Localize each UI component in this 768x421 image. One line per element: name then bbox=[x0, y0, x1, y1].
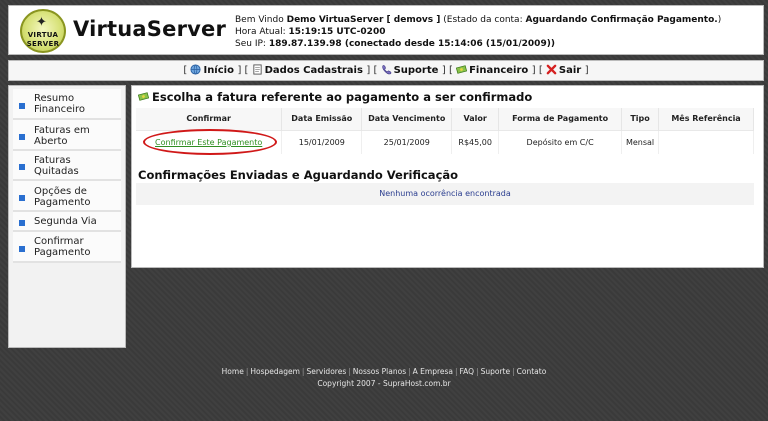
nav-dados-cadastrais-label: Dados Cadastrais bbox=[264, 65, 363, 76]
col-header: Mês Referência bbox=[658, 108, 754, 130]
main-panel: Escolha a fatura referente ao pagamento … bbox=[131, 85, 764, 268]
invoice-type: Mensal bbox=[621, 129, 660, 154]
logo-icon: ✦ VIRTUA SERVER bbox=[20, 9, 66, 53]
sidebar-item-faturas-em-aberto[interactable]: Faturas em Aberto bbox=[13, 120, 121, 151]
nav-suporte[interactable]: Suporte bbox=[381, 65, 442, 76]
welcome-prefix: Bem Vindo bbox=[235, 15, 284, 25]
due-date: 25/01/2009 bbox=[361, 129, 453, 154]
nav-dados-cadastrais[interactable]: Dados Cadastrais bbox=[252, 64, 367, 76]
col-header: Data Vencimento bbox=[361, 108, 453, 130]
account-state-prefix: (Estado da conta: bbox=[443, 15, 523, 25]
footer-link-a-empresa[interactable]: A Empresa bbox=[413, 367, 453, 376]
bullet-icon bbox=[19, 195, 25, 201]
sidebar-item-label: Faturas em bbox=[34, 125, 90, 136]
document-icon bbox=[253, 64, 262, 75]
invoice-value: R$45,00 bbox=[451, 129, 500, 154]
time-label: Hora Atual: bbox=[235, 27, 286, 37]
sidebar-item-resumo-financeiro[interactable]: Resumo Financeiro bbox=[13, 89, 121, 120]
logo-text-line2: SERVER bbox=[26, 40, 60, 48]
nav-sair-label: Sair bbox=[558, 65, 582, 76]
sidebar-item-label: Financeiro bbox=[34, 104, 86, 115]
nav-financeiro-label: Financeiro bbox=[469, 65, 529, 76]
sidebar-item-label: Opções de bbox=[34, 186, 87, 197]
footer-link-home[interactable]: Home bbox=[222, 367, 244, 376]
account-state-suffix: ) bbox=[717, 15, 722, 25]
globe-icon bbox=[190, 64, 202, 75]
footer: Home | Hospedagem | Servidores | Nossos Planos… bbox=[0, 366, 768, 390]
issue-date: 15/01/2009 bbox=[281, 129, 363, 154]
bullet-icon bbox=[19, 103, 25, 109]
sidebar-item-label: Pagamento bbox=[34, 247, 91, 258]
sidebar-item-label: Resumo bbox=[34, 93, 75, 104]
bullet-icon bbox=[19, 246, 25, 252]
time-value: 15:19:15 UTC-0200 bbox=[288, 27, 386, 37]
bullet-icon bbox=[19, 164, 25, 170]
footer-link-contato[interactable]: Contato bbox=[517, 367, 547, 376]
col-header: Confirmar bbox=[136, 108, 283, 130]
logo-text-line1: VIRTUA bbox=[27, 31, 59, 39]
sidebar-item-label: Pagamento bbox=[34, 197, 91, 208]
nav-inicio-label: Início bbox=[203, 65, 234, 76]
sidebar-item-label: Quitadas bbox=[34, 166, 79, 177]
top-nav: [ Início ] [ Dados Cadastrais ] [ Suport… bbox=[8, 60, 764, 81]
highlight-oval bbox=[143, 129, 277, 155]
section-title-text: Escolha a fatura referente ao pagamento … bbox=[152, 90, 533, 104]
money-icon bbox=[138, 92, 149, 101]
sidebar-item-label: Confirmar bbox=[34, 236, 84, 247]
col-header: Valor bbox=[451, 108, 500, 130]
sidebar-item-opcoes-pagamento[interactable]: Opções de Pagamento bbox=[13, 181, 121, 212]
sidebar: Resumo Financeiro Faturas em Aberto Fatu… bbox=[8, 85, 126, 348]
nav-suporte-label: Suporte bbox=[393, 65, 439, 76]
footer-links: Home | Hospedagem | Servidores | Nossos Planos… bbox=[221, 367, 547, 376]
footer-link-servidores[interactable]: Servidores bbox=[306, 367, 346, 376]
ip-value: 189.87.139.98 (conectado desde 15:14:06 … bbox=[268, 39, 555, 49]
ip-label: Seu IP: bbox=[235, 39, 266, 49]
x-icon bbox=[546, 64, 557, 75]
user-name: Demo VirtuaServer [ demovs ] bbox=[286, 15, 441, 25]
sidebar-item-label: Faturas bbox=[34, 155, 71, 166]
brand-name: VirtuaServer bbox=[73, 17, 227, 41]
nav-financeiro[interactable]: Financeiro bbox=[456, 65, 532, 76]
col-header: Forma de Pagamento bbox=[498, 108, 623, 130]
sidebar-item-label: Aberto bbox=[34, 136, 68, 147]
welcome-info: Bem Vindo Demo VirtuaServer [ demovs ] (… bbox=[235, 14, 721, 50]
reference-month bbox=[658, 129, 754, 154]
pending-confirmations-title: Confirmações Enviadas e Aguardando Verif… bbox=[138, 168, 459, 182]
table-header-row: Confirmar Data Emissão Data Vencimento V… bbox=[136, 108, 754, 130]
sidebar-item-label: Segunda Via bbox=[34, 216, 97, 227]
footer-link-faq[interactable]: FAQ bbox=[460, 367, 475, 376]
col-header: Tipo bbox=[621, 108, 660, 130]
sidebar-item-confirmar-pagamento[interactable]: Confirmar Pagamento bbox=[13, 232, 121, 263]
payment-method: Depósito em C/C bbox=[498, 129, 623, 154]
header: ✦ VIRTUA SERVER VirtuaServer Bem Vindo D… bbox=[8, 5, 764, 55]
account-state: Aguardando Confirmação Pagamento. bbox=[525, 15, 718, 25]
nav-inicio[interactable]: Início bbox=[190, 64, 237, 76]
money-icon bbox=[456, 65, 468, 74]
nav-sair[interactable]: Sair bbox=[546, 64, 585, 76]
section-title: Escolha a fatura referente ao pagamento … bbox=[138, 90, 532, 104]
sidebar-item-faturas-quitadas[interactable]: Faturas Quitadas bbox=[13, 151, 121, 181]
footer-link-hospedagem[interactable]: Hospedagem bbox=[250, 367, 300, 376]
footer-link-nossos-planos[interactable]: Nossos Planos bbox=[353, 367, 406, 376]
copyright: Copyright 2007 - SupraHost.com.br bbox=[317, 379, 451, 388]
footer-link-suporte[interactable]: Suporte bbox=[481, 367, 511, 376]
sidebar-item-segunda-via[interactable]: Segunda Via bbox=[13, 212, 121, 232]
phone-icon bbox=[381, 65, 391, 75]
col-header: Data Emissão bbox=[281, 108, 363, 130]
bullet-icon bbox=[19, 134, 25, 140]
empty-message: Nenhuma ocorrência encontrada bbox=[136, 183, 754, 205]
bullet-icon bbox=[19, 220, 25, 226]
